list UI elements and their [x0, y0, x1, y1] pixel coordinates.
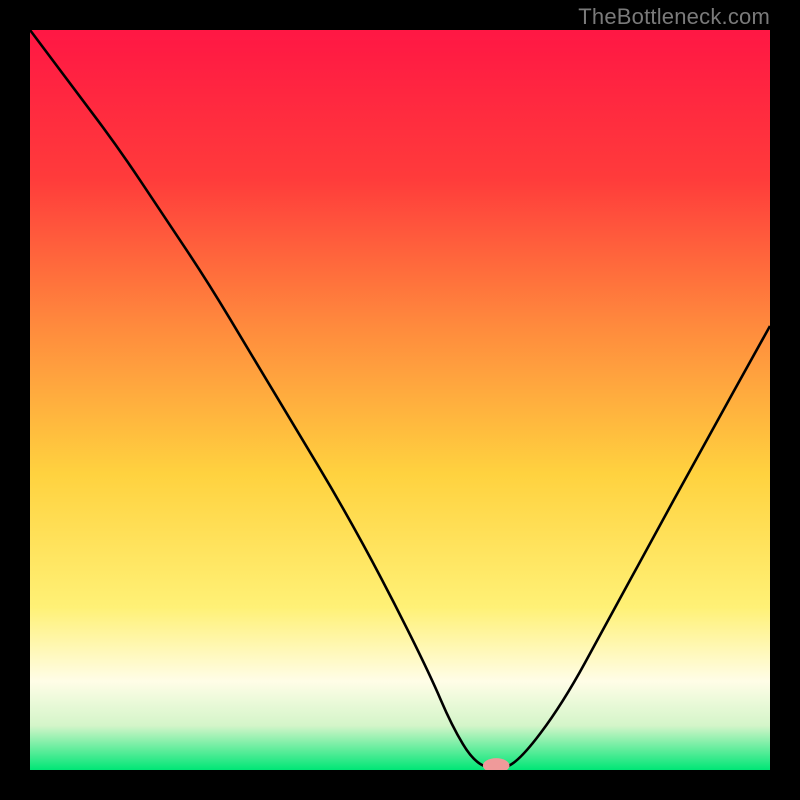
- gradient-background: [30, 30, 770, 770]
- watermark-text: TheBottleneck.com: [578, 4, 770, 30]
- plot-area: [30, 30, 770, 770]
- chart-frame: TheBottleneck.com: [0, 0, 800, 800]
